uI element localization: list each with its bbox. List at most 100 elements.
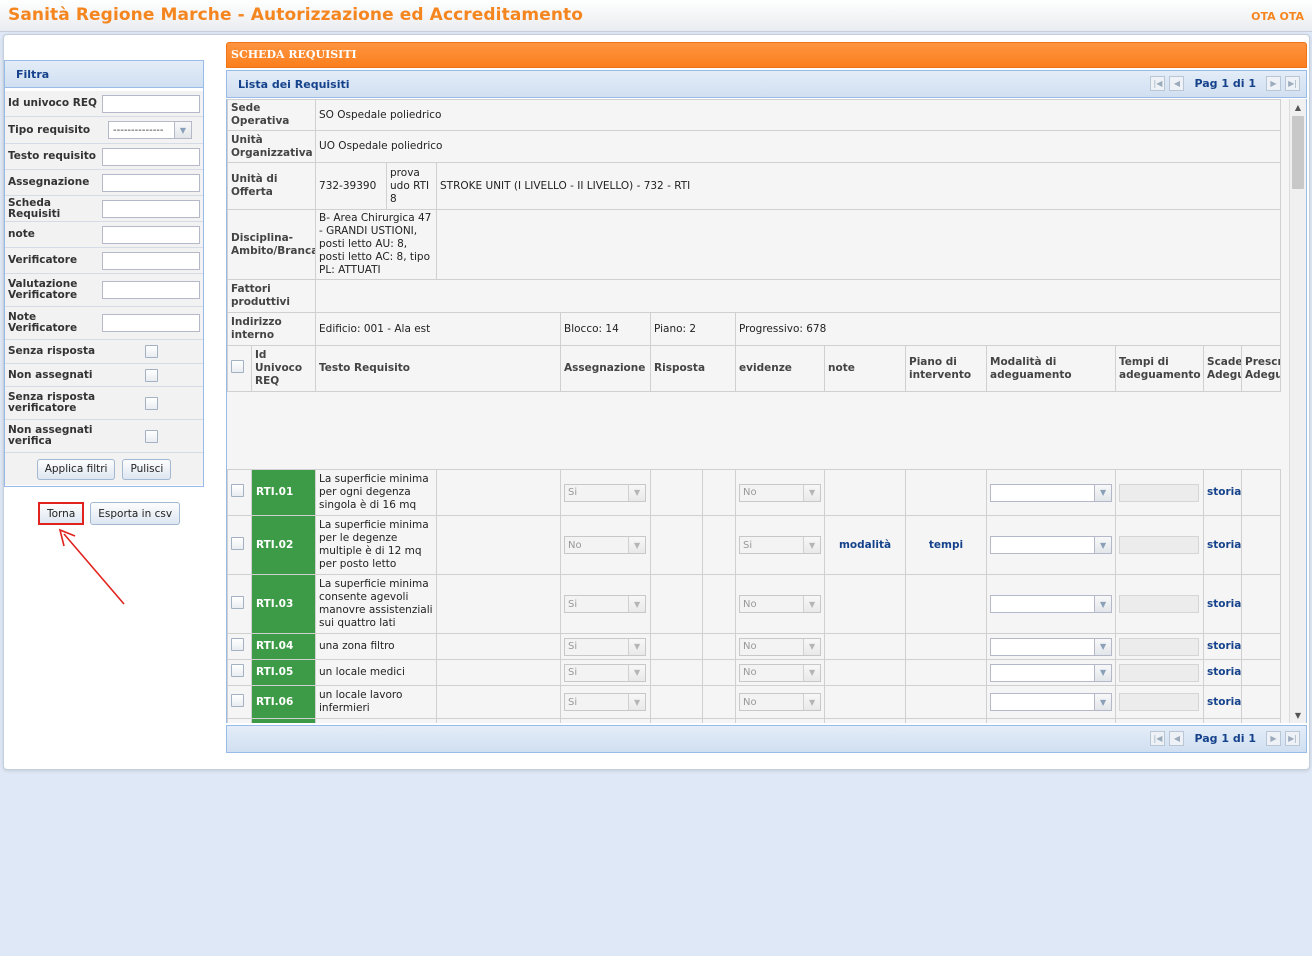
row-checkbox[interactable]	[231, 638, 244, 651]
next-page-icon[interactable]: ▶	[1266, 76, 1281, 91]
chevron-down-icon[interactable]: ▼	[803, 537, 821, 553]
testo-requisito-input[interactable]	[102, 147, 200, 166]
row-checkbox[interactable]	[231, 693, 244, 707]
table-row[interactable]: RTI.01 La superficie minima per ogni dege…	[227, 469, 1282, 516]
chevron-down-icon[interactable]: ▼	[628, 537, 646, 553]
note-verificatore-input[interactable]	[102, 314, 200, 332]
piano-select[interactable]: No ▼	[739, 595, 822, 613]
clear-filters-button[interactable]: Pulisci	[122, 458, 172, 480]
requirements-grid[interactable]: Sede Operativa SO Ospedale poliedrico Un…	[226, 99, 1307, 723]
risposta-select[interactable]: No ▼	[564, 536, 647, 554]
storia-link[interactable]: storia	[1207, 666, 1241, 678]
assegnazione-input[interactable]	[102, 173, 200, 192]
scroll-thumb[interactable]	[1292, 116, 1304, 189]
piano-select[interactable]: Si ▼	[739, 536, 822, 554]
row-checkbox[interactable]	[231, 536, 244, 550]
select-all-checkbox[interactable]	[231, 360, 244, 373]
non-assegnati-verifica-checkbox[interactable]	[145, 429, 158, 443]
piano-select[interactable]: No ▼	[739, 637, 822, 656]
scadenza-date-field[interactable]: ▼	[990, 536, 1113, 554]
col-header-testo[interactable]: Testo Requisito	[315, 345, 562, 392]
storia-link[interactable]: storia	[1207, 598, 1241, 610]
table-row[interactable]: RTI.07servizi igienici per il personale S…	[227, 718, 1282, 723]
table-row[interactable]: RTI.04 una zona filtro Si ▼ No ▼ ▼ storia	[227, 633, 1282, 660]
col-header-risposta[interactable]: Risposta	[650, 345, 737, 392]
prescrizioni-input[interactable]	[1119, 693, 1200, 711]
tipo-requisito-select[interactable]: -------------- ▼	[108, 121, 192, 139]
last-page-icon[interactable]: ▶|	[1285, 731, 1300, 746]
chevron-down-icon[interactable]: ▼	[1094, 694, 1112, 710]
risposta-select[interactable]: Si ▼	[564, 595, 647, 613]
senza-risposta-verificatore-checkbox[interactable]	[145, 396, 158, 410]
risposta-select[interactable]: Si ▼	[564, 693, 647, 711]
row-checkbox[interactable]	[231, 595, 244, 609]
senza-risposta-checkbox[interactable]	[145, 345, 158, 358]
chevron-down-icon[interactable]: ▼	[628, 694, 646, 710]
scadenza-date-field[interactable]: ▼	[990, 595, 1113, 613]
chevron-down-icon[interactable]: ▼	[1094, 596, 1112, 612]
col-header-evidenze[interactable]: evidenze	[735, 345, 826, 392]
chevron-down-icon[interactable]: ▼	[628, 638, 646, 655]
non-assegnati-checkbox[interactable]	[145, 368, 158, 382]
table-row[interactable]: RTI.05 un locale medici Si ▼ No ▼ ▼ storia	[227, 659, 1282, 686]
row-checkbox[interactable]	[231, 484, 244, 497]
scroll-down-icon[interactable]: ▼	[1290, 707, 1306, 723]
col-header-note[interactable]: note	[824, 345, 907, 392]
first-page-icon[interactable]: |◀	[1150, 76, 1166, 91]
export-csv-button[interactable]: Esporta in csv	[90, 502, 181, 525]
note-input[interactable]	[102, 225, 200, 244]
vertical-scrollbar[interactable]: ▲ ▼	[1289, 99, 1306, 723]
table-row[interactable]: RTI.06 un locale lavoro infermieri Si ▼ No ▼ ▼…	[227, 685, 1282, 719]
valutazione-verificatore-input[interactable]	[102, 281, 200, 299]
prev-page-icon[interactable]: ◀	[1169, 76, 1185, 91]
scroll-up-icon[interactable]: ▲	[1290, 99, 1306, 115]
user-name[interactable]: OTA OTA	[1251, 10, 1304, 23]
chevron-down-icon[interactable]: ▼	[1094, 537, 1112, 553]
col-header-modalita[interactable]: Modalità di adeguamento	[986, 345, 1117, 392]
chevron-down-icon[interactable]: ▼	[1094, 484, 1112, 501]
prescrizioni-input[interactable]	[1119, 595, 1200, 613]
last-page-icon[interactable]: ▶|	[1285, 76, 1300, 91]
prescrizioni-input[interactable]	[1119, 536, 1200, 554]
table-row[interactable]: RTI.03 La superficie minima consente agev…	[227, 574, 1282, 634]
chevron-down-icon[interactable]: ▼	[803, 664, 821, 681]
scadenza-date-field[interactable]: ▼	[990, 483, 1113, 502]
storia-link[interactable]: storia	[1207, 486, 1241, 498]
chevron-down-icon[interactable]: ▼	[803, 484, 821, 501]
prescrizioni-input[interactable]	[1119, 637, 1200, 656]
back-button[interactable]: Torna	[38, 502, 85, 525]
chevron-down-icon[interactable]: ▼	[174, 122, 191, 138]
chevron-down-icon[interactable]: ▼	[803, 638, 821, 655]
col-header-id[interactable]: Id Univoco REQ	[250, 345, 317, 392]
first-page-icon[interactable]: |◀	[1150, 731, 1166, 746]
row-checkbox[interactable]	[231, 664, 244, 677]
modalita-link[interactable]: modalità	[839, 539, 891, 551]
prev-page-icon[interactable]: ◀	[1169, 731, 1185, 746]
verificatore-input[interactable]	[102, 251, 200, 270]
piano-select[interactable]: No ▼	[739, 483, 822, 502]
scadenza-date-field[interactable]: ▼	[990, 637, 1113, 656]
table-row[interactable]: RTI.02 La superficie minima per le degenz…	[227, 515, 1282, 575]
storia-link[interactable]: storia	[1207, 539, 1241, 551]
storia-link[interactable]: storia	[1207, 696, 1241, 708]
chevron-down-icon[interactable]: ▼	[628, 596, 646, 612]
col-header-piano[interactable]: Piano di intervento	[905, 345, 988, 392]
prescrizioni-input[interactable]	[1119, 663, 1200, 682]
col-header-assegnazione[interactable]: Assegnazione	[560, 345, 652, 392]
col-header-prescrizioni[interactable]: Prescrizioni Adeguamento	[1241, 345, 1282, 392]
piano-select[interactable]: No ▼	[739, 663, 822, 682]
next-page-icon[interactable]: ▶	[1266, 731, 1281, 746]
storia-link[interactable]: storia	[1207, 640, 1241, 652]
prescrizioni-input[interactable]	[1119, 483, 1200, 502]
id-req-input[interactable]	[102, 94, 200, 113]
chevron-down-icon[interactable]: ▼	[1094, 664, 1112, 681]
piano-select[interactable]: No ▼	[739, 693, 822, 711]
risposta-select[interactable]: Si ▼	[564, 637, 647, 656]
risposta-select[interactable]: Si ▼	[564, 663, 647, 682]
scadenza-date-field[interactable]: ▼	[990, 693, 1113, 711]
apply-filters-button[interactable]: Applica filtri	[36, 458, 116, 480]
chevron-down-icon[interactable]: ▼	[1094, 638, 1112, 655]
scadenza-date-field[interactable]: ▼	[990, 663, 1113, 682]
col-header-tempi[interactable]: Tempi di adeguamento	[1115, 345, 1205, 392]
scheda-requisiti-input[interactable]	[102, 199, 200, 218]
